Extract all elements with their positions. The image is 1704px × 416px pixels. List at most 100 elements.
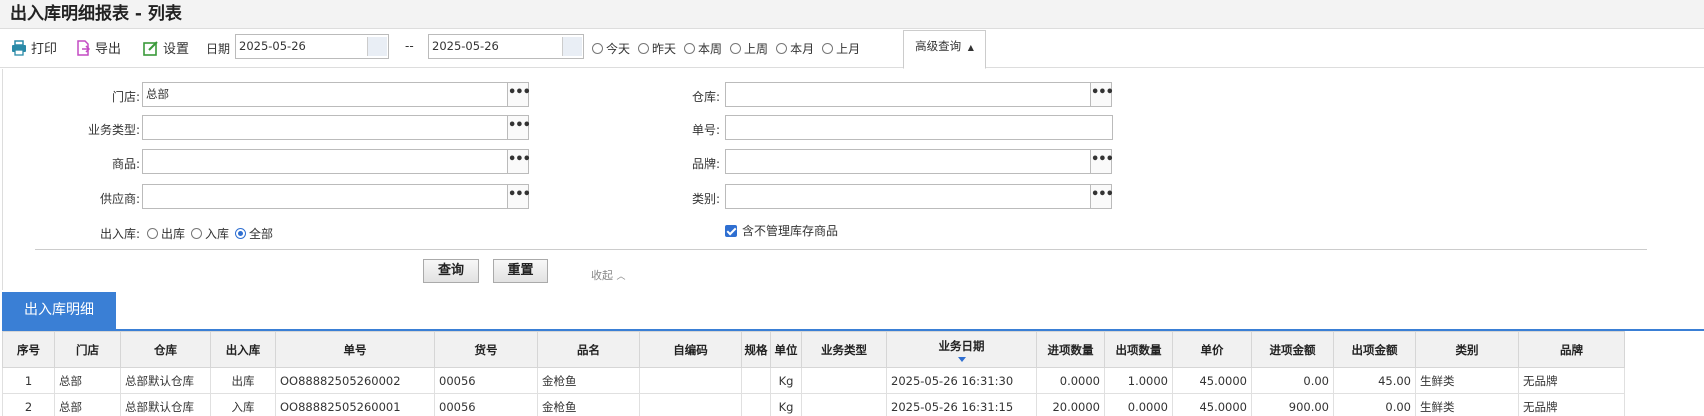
date-label: 日期 <box>206 42 231 56</box>
column-header[interactable]: 品牌 <box>1518 331 1625 368</box>
date-range-option[interactable]: 本周 <box>684 40 722 57</box>
category-label: 类别: <box>691 192 720 206</box>
print-button[interactable]: 打印 <box>11 38 57 57</box>
column-header-label: 品牌 <box>1560 342 1583 357</box>
column-header[interactable]: 单价 <box>1172 331 1252 368</box>
warehouse-label: 仓库: <box>691 90 720 104</box>
inout-option[interactable]: 出库 <box>147 225 185 242</box>
column-header-label: 出项金额 <box>1351 342 1398 357</box>
date-range-option[interactable]: 今天 <box>592 40 630 57</box>
brand-picker-button[interactable]: ••• <box>1090 149 1114 174</box>
inout-option[interactable]: 入库 <box>191 225 229 242</box>
column-header[interactable]: 规格 <box>741 331 771 368</box>
table-cell: 无品牌 <box>1518 393 1625 416</box>
docno-input[interactable] <box>725 115 1113 140</box>
column-header[interactable]: 出项金额 <box>1333 331 1416 368</box>
calendar-icon[interactable] <box>367 37 387 56</box>
reset-button[interactable]: 重置 <box>493 259 548 283</box>
collapse-toggle[interactable]: 收起 ︿ <box>591 267 626 283</box>
date-range-option[interactable]: 上周 <box>730 40 768 57</box>
column-header[interactable]: 自编码 <box>639 331 742 368</box>
radio-icon <box>822 43 834 54</box>
detail-table: 序号 门店 仓库 出入库 单号 货号 品名 自编码 规格 单位 业务类型 业务日期 进项数量 出项数量 单价… <box>2 331 1625 416</box>
table-cell: 金枪鱼 <box>537 367 640 394</box>
date-range-label: 本月 <box>790 42 815 56</box>
calendar-icon[interactable] <box>562 37 582 56</box>
inout-option-label: 出库 <box>161 227 186 241</box>
radio-icon <box>684 43 696 54</box>
caret-up-icon: ▲ <box>967 43 974 52</box>
supplier-label: 供应商: <box>99 192 140 206</box>
include-unmanaged-label: 含不管理库存商品 <box>742 224 839 238</box>
brand-input[interactable] <box>725 149 1091 174</box>
export-icon <box>77 39 91 56</box>
inout-option[interactable]: 全部 <box>235 225 273 242</box>
table-cell: Kg <box>770 393 802 416</box>
query-button[interactable]: 查询 <box>423 259 479 283</box>
column-header-label: 出入库 <box>225 342 261 357</box>
table-cell: 45.00 <box>1333 367 1416 394</box>
collapse-label: 收起 <box>591 269 613 282</box>
column-header[interactable]: 出入库 <box>210 331 276 368</box>
biztype-picker-button[interactable]: ••• <box>507 115 531 140</box>
column-header[interactable]: 业务日期 <box>886 331 1037 368</box>
column-header-label: 业务日期 <box>938 338 985 353</box>
date-separator: -- <box>405 39 414 53</box>
radio-icon <box>592 43 603 54</box>
column-header[interactable]: 仓库 <box>120 331 211 368</box>
column-header[interactable]: 单位 <box>770 331 802 368</box>
category-input[interactable] <box>725 184 1091 209</box>
warehouse-picker-button[interactable]: ••• <box>1090 82 1114 107</box>
date-range-options: 今天 昨天 本周 上周 本月 上月 <box>592 40 860 57</box>
supplier-input[interactable] <box>142 184 508 209</box>
inout-label: 出入库: <box>99 227 140 241</box>
date-range-option[interactable]: 上月 <box>822 40 860 57</box>
docno-label: 单号: <box>691 123 720 137</box>
column-header[interactable]: 类别 <box>1415 331 1519 368</box>
edit-settings-icon <box>143 40 158 56</box>
table-cell: 00056 <box>434 393 538 416</box>
column-header[interactable]: 出项数量 <box>1104 331 1173 368</box>
column-header[interactable]: 进项数量 <box>1036 331 1105 368</box>
table-cell: 20.0000 <box>1036 393 1105 416</box>
column-header[interactable]: 品名 <box>537 331 640 368</box>
column-header[interactable]: 货号 <box>434 331 538 368</box>
column-header-label: 货号 <box>474 342 498 357</box>
biztype-input[interactable] <box>142 115 508 140</box>
column-header[interactable]: 进项金额 <box>1251 331 1334 368</box>
column-header[interactable]: 序号 <box>2 331 55 368</box>
table-cell: 0.00 <box>1333 393 1416 416</box>
settings-button[interactable]: 设置 <box>143 38 189 57</box>
table-cell: 0.00 <box>1251 367 1334 394</box>
warehouse-input[interactable] <box>725 82 1091 107</box>
tab-inout-detail[interactable]: 出入库明细 <box>2 292 116 329</box>
date-to-input[interactable]: 2025-05-26 <box>428 34 584 59</box>
product-picker-button[interactable]: ••• <box>507 149 531 174</box>
date-range-option[interactable]: 昨天 <box>638 40 676 57</box>
supplier-picker-button[interactable]: ••• <box>507 184 531 209</box>
column-header[interactable]: 单号 <box>275 331 435 368</box>
filter-divider <box>35 249 1647 250</box>
table-cell <box>801 393 887 416</box>
table-row[interactable]: 1 总部 总部默认仓库 出库 OO88882505260002 00056 金枪鱼 Kg 202… <box>2 367 1625 394</box>
column-header[interactable]: 业务类型 <box>801 331 887 368</box>
table-cell: 出库 <box>210 367 276 394</box>
product-input[interactable] <box>142 149 508 174</box>
radio-icon <box>638 43 650 54</box>
advanced-query-tab[interactable]: 高级查询 ▲ <box>903 30 986 69</box>
store-input[interactable]: 总部 <box>142 82 508 107</box>
export-button[interactable]: 导出 <box>75 38 121 57</box>
table-row[interactable]: 2 总部 总部默认仓库 入库 OO88882505260001 00056 金枪鱼 Kg 202… <box>2 393 1625 416</box>
include-unmanaged-checkbox[interactable]: 含不管理库存商品 <box>725 222 838 239</box>
column-header[interactable]: 门店 <box>54 331 121 368</box>
radio-icon <box>147 228 158 239</box>
store-picker-button[interactable]: ••• <box>507 82 531 107</box>
advanced-query-label: 高级查询 <box>915 39 962 53</box>
date-from-input[interactable]: 2025-05-26 <box>235 34 389 59</box>
date-range-option[interactable]: 本月 <box>776 40 814 57</box>
column-header-label: 出项数量 <box>1115 342 1162 357</box>
table-cell: 入库 <box>210 393 276 416</box>
category-picker-button[interactable]: ••• <box>1090 184 1114 209</box>
product-label: 商品: <box>111 157 140 171</box>
table-cell: 2 <box>2 393 55 416</box>
